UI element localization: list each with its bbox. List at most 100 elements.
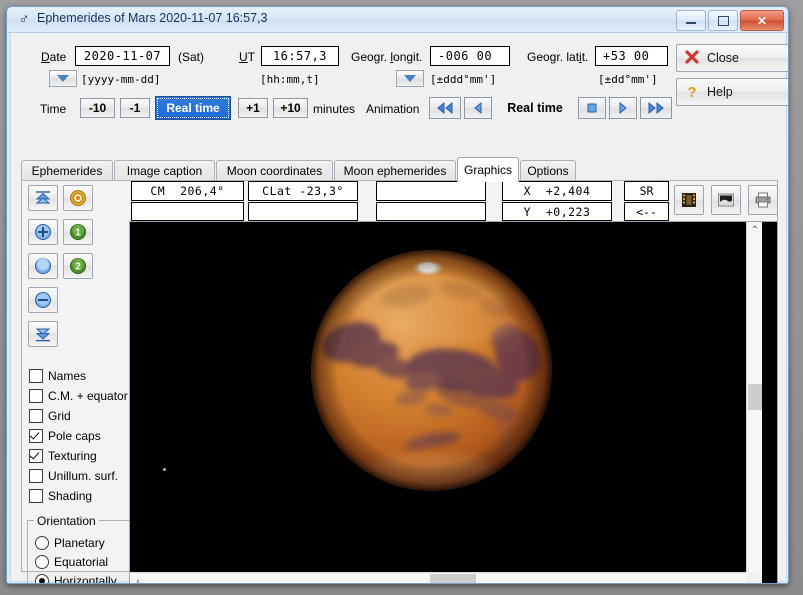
radio-label: Horizontally [54,574,117,584]
tab-graphics[interactable]: Graphics [457,157,519,182]
screen: ♂ Ephemerides of Mars 2020-11-07 16:57,3… [0,0,803,595]
chevron-down-icon [57,75,69,82]
checkbox-cm-equator[interactable]: C.M. + equator [29,389,128,403]
zoom-maximum-button[interactable] [28,185,58,211]
radio-circle [35,574,49,583]
horizontal-scrollbar[interactable]: ‹ › [130,572,762,584]
svg-text:1: 1 [75,228,81,239]
time-plus-10-button[interactable]: +10 [273,98,308,118]
orientation-group-title: Orientation [34,514,99,528]
checkbox-names[interactable]: Names [29,369,86,383]
zoom-in-icon [35,224,51,240]
zoom-out-button[interactable] [28,287,58,313]
window-controls: ✕ [676,10,784,31]
radio-horizontally[interactable]: Horizontally [35,574,117,584]
application-window: ♂ Ephemerides of Mars 2020-11-07 16:57,3… [6,6,789,584]
stop-square-icon [587,103,597,113]
checkbox-box [29,389,43,403]
animation-play-button[interactable] [609,97,637,119]
checkbox-box [29,449,43,463]
horizontal-scroll-thumb[interactable] [430,574,476,583]
checkbox-pole-caps[interactable]: Pole caps [29,429,101,443]
vertical-scrollbar[interactable]: ⌃ ⌄ [746,222,762,583]
sr-button[interactable]: SR [624,181,669,201]
tab-moon-ephemerides[interactable]: Moon ephemerides [334,160,456,181]
question-mark-icon: ? [687,83,697,101]
preset-2-button[interactable]: 2 [63,253,93,279]
help-button[interactable]: ? Help [676,78,788,106]
scroll-up-button[interactable]: ⌃ [747,222,762,238]
tab-options[interactable]: Options [520,160,576,181]
vertical-scroll-thumb[interactable] [748,384,762,410]
green-one-icon: 1 [70,224,86,240]
zoom-out-icon [35,292,51,308]
back-button[interactable]: <-- [624,202,669,221]
date-format-hint: [yyyy-mm-dd] [81,73,161,86]
checkbox-label: Unillum. surf. [48,469,119,483]
ut-input[interactable]: 16:57,3 [261,46,339,66]
tab-moon-coordinates[interactable]: Moon coordinates [216,160,333,181]
red-x-icon [677,49,707,67]
time-plus-1-button[interactable]: +1 [238,98,268,118]
double-left-triangle-icon [437,102,453,114]
checkbox-box [29,489,43,503]
minimize-button[interactable] [676,10,706,31]
preset-1-button[interactable]: 1 [63,219,93,245]
checkbox-box [29,469,43,483]
left-triangle-icon [474,102,482,114]
close-action-label: Close [707,51,739,65]
longitude-dropdown-button[interactable] [396,70,424,87]
date-input[interactable]: 2020-11-07 [75,46,170,66]
checkbox-shading[interactable]: Shading [29,489,92,503]
close-button[interactable]: ✕ [740,10,784,31]
time-label: Time [40,102,67,116]
time-minus-1-button[interactable]: -1 [120,98,150,118]
tab-ephemerides[interactable]: Ephemerides [21,160,113,181]
latitude-format-hint: [±dd°mm'] [598,73,658,86]
zoom-reset-button[interactable] [28,253,58,279]
graphics-viewport[interactable]: ⌃ ⌄ ‹ › [129,221,778,584]
maximize-button[interactable] [708,10,738,31]
longitude-format-hint: [±ddd°mm'] [430,73,497,86]
ut-label: UT [239,50,256,64]
cm-readout-2 [131,202,244,221]
checkbox-grid[interactable]: Grid [29,409,71,423]
radio-planetary[interactable]: Planetary [35,536,105,550]
checkbox-label: Names [48,369,87,383]
time-minus-10-button[interactable]: -10 [80,98,115,118]
target-button[interactable] [63,185,93,211]
zoom-in-button[interactable] [28,219,58,245]
extra-readout-1 [376,181,486,201]
graphics-canvas[interactable]: ⌃ ⌄ ‹ › [130,222,762,584]
scroll-left-button[interactable]: ‹ [130,573,146,584]
image-capture-button[interactable] [711,185,741,215]
animation-rewind-fast-button[interactable] [429,97,461,119]
ut-format-hint: [hh:mm,t] [260,73,320,86]
print-button[interactable] [748,185,778,215]
checkbox-unillum-surf[interactable]: Unillum. surf. [29,469,118,483]
tab-image-caption[interactable]: Image caption [114,160,215,181]
animation-step-back-button[interactable] [464,97,492,119]
weekday-label: (Sat) [178,50,205,64]
radio-label: Equatorial [54,555,109,569]
animation-real-time-label: Real time [507,101,563,115]
checkbox-label: Texturing [48,449,97,463]
right-triangle-icon [619,102,627,114]
close-action-button[interactable]: Close [676,44,788,72]
zoom-minimum-icon [35,328,51,342]
latitude-input[interactable]: +53 00 [595,46,668,66]
clat-readout: CLat -23,3° [248,181,358,201]
animation-stop-button[interactable] [578,97,606,119]
date-label: Date [41,50,67,64]
longitude-input[interactable]: -006 00 [430,46,510,66]
x-readout: X +2,404 [502,181,612,201]
radio-equatorial[interactable]: Equatorial [35,555,108,569]
client-area: Date 2020-11-07 (Sat) [yyyy-mm-dd] UT 16… [10,33,788,584]
animation-forward-fast-button[interactable] [640,97,672,119]
star-point [163,468,166,471]
checkbox-texturing[interactable]: Texturing [29,449,97,463]
date-dropdown-button[interactable] [49,70,77,87]
zoom-minimum-button[interactable] [28,321,58,347]
film-strip-button[interactable] [674,185,704,215]
time-real-time-button[interactable]: Real time [155,96,231,120]
